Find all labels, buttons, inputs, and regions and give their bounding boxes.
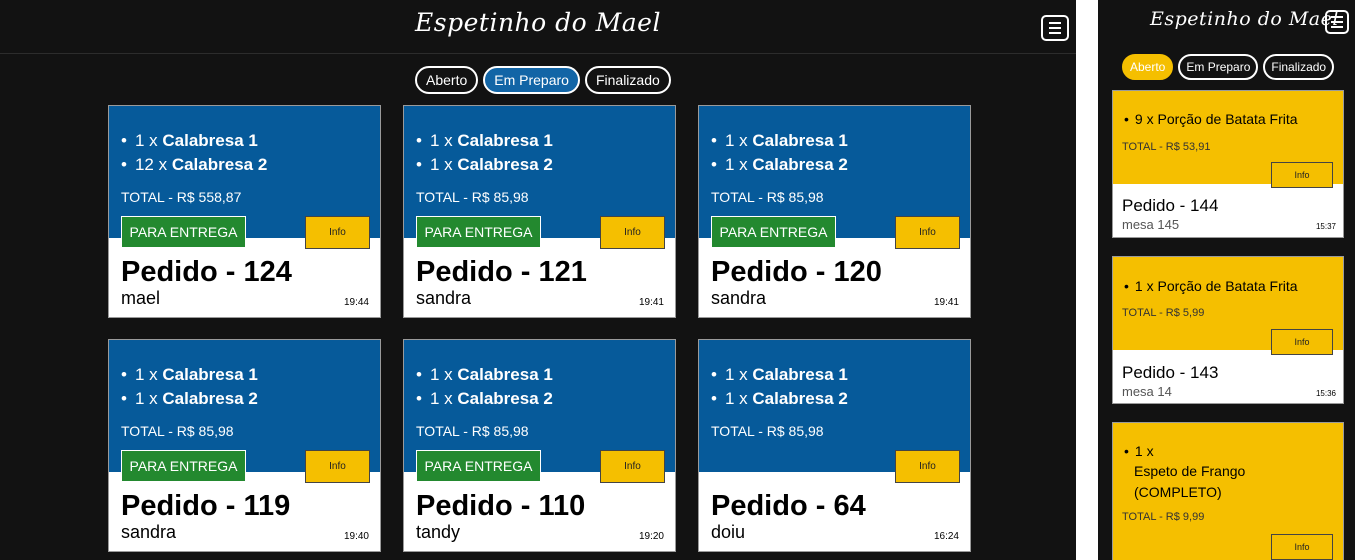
order-number: Pedido - 120 bbox=[711, 256, 882, 288]
order-item: 1 x Calabresa 2 bbox=[711, 155, 848, 175]
order-items: 9 x Porção de Batata Frita bbox=[1124, 109, 1298, 129]
order-card[interactable]: 1 x Calabresa 1 1 x Calabresa 2 TOTAL - … bbox=[403, 339, 676, 552]
info-button[interactable]: Info bbox=[895, 216, 960, 249]
delivery-badge: PARA ENTREGA bbox=[416, 450, 541, 482]
info-button[interactable]: Info bbox=[1271, 534, 1333, 560]
filter-finalizado[interactable]: Finalizado bbox=[1263, 54, 1335, 80]
order-total: TOTAL - R$ 9,99 bbox=[1122, 511, 1205, 523]
info-button[interactable]: Info bbox=[895, 450, 960, 483]
order-item: 1 x Calabresa 1 bbox=[416, 131, 553, 151]
order-card[interactable]: 1 x Calabresa 1 1 x Calabresa 2 TOTAL - … bbox=[108, 339, 381, 552]
order-item: 1 x Calabresa 2 bbox=[416, 155, 553, 175]
delivery-badge: PARA ENTREGA bbox=[121, 450, 246, 482]
customer-name: mael bbox=[121, 288, 161, 308]
info-button[interactable]: Info bbox=[600, 216, 665, 249]
order-total: TOTAL - R$ 53,91 bbox=[1122, 141, 1211, 153]
order-number: Pedido - 143 bbox=[1122, 363, 1219, 382]
order-total: TOTAL - R$ 85,98 bbox=[416, 189, 529, 205]
customer-name: sandra bbox=[711, 288, 767, 308]
order-item: 1 x Calabresa 1 bbox=[121, 131, 267, 151]
customer-name: tandy bbox=[416, 522, 461, 542]
order-item: 1 x Porção de Batata Frita bbox=[1124, 276, 1298, 296]
info-button[interactable]: Info bbox=[1271, 329, 1333, 355]
filter-aberto[interactable]: Aberto bbox=[415, 66, 479, 94]
filter-em-preparo[interactable]: Em Preparo bbox=[483, 66, 580, 94]
order-item: 1 x Calabresa 1 bbox=[711, 131, 848, 151]
app-title: Espetinho do Mael bbox=[1150, 8, 1339, 30]
customer-name: sandra bbox=[416, 288, 472, 308]
order-item: 1 x Calabresa 1 bbox=[416, 365, 553, 385]
mobile-status-filters: Aberto Em Preparo Finalizado bbox=[1122, 54, 1335, 80]
order-items: 1 x Calabresa 1 1 x Calabresa 2 bbox=[416, 365, 553, 413]
order-item: 1 xEspeto de Frango (COMPLETO) bbox=[1124, 441, 1334, 502]
order-card[interactable]: 1 x Calabresa 1 1 x Calabresa 2 TOTAL - … bbox=[403, 105, 676, 318]
delivery-badge: PARA ENTREGA bbox=[121, 216, 246, 248]
info-button[interactable]: Info bbox=[305, 450, 370, 483]
top-bar: Espetinho do Mael bbox=[0, 0, 1076, 54]
info-button[interactable]: Info bbox=[305, 216, 370, 249]
info-button[interactable]: Info bbox=[600, 450, 665, 483]
order-total: TOTAL - R$ 85,98 bbox=[416, 423, 529, 439]
order-number: Pedido - 124 bbox=[121, 256, 292, 288]
customer-name: sandra bbox=[121, 522, 177, 542]
desktop-view: Espetinho do Mael Aberto Em Preparo Fina… bbox=[0, 0, 1076, 560]
order-time: 15:37 bbox=[1315, 222, 1336, 231]
order-number: Pedido - 144 bbox=[1122, 196, 1219, 215]
order-time: 19:20 bbox=[638, 531, 664, 542]
order-time: 15:36 bbox=[1315, 389, 1336, 398]
order-number: Pedido - 64 bbox=[711, 490, 866, 522]
order-item: 12 x Calabresa 2 bbox=[121, 155, 267, 175]
order-card[interactable]: 9 x Porção de Batata Frita TOTAL - R$ 53… bbox=[1112, 90, 1344, 238]
order-number: Pedido - 110 bbox=[416, 490, 586, 522]
order-items: 1 x Calabresa 1 1 x Calabresa 2 bbox=[121, 365, 258, 413]
order-item: 1 x Calabresa 2 bbox=[121, 389, 258, 409]
order-total: TOTAL - R$ 558,87 bbox=[121, 189, 242, 205]
hamburger-menu-icon[interactable] bbox=[1041, 15, 1069, 41]
order-time: 19:44 bbox=[343, 297, 369, 308]
order-item: 1 x Calabresa 2 bbox=[711, 389, 848, 409]
status-filters: Aberto Em Preparo Finalizado bbox=[415, 66, 671, 94]
order-card[interactable]: 1 xEspeto de Frango (COMPLETO) TOTAL - R… bbox=[1112, 422, 1344, 560]
order-item: 1 x Calabresa 1 bbox=[121, 365, 258, 385]
order-total: TOTAL - R$ 5,99 bbox=[1122, 307, 1205, 319]
order-item: 9 x Porção de Batata Frita bbox=[1124, 109, 1298, 129]
delivery-badge: PARA ENTREGA bbox=[416, 216, 541, 248]
order-items: 1 x Calabresa 1 1 x Calabresa 2 bbox=[416, 131, 553, 179]
order-card[interactable]: 1 x Calabresa 1 12 x Calabresa 2 TOTAL -… bbox=[108, 105, 381, 318]
filter-aberto[interactable]: Aberto bbox=[1122, 54, 1174, 80]
order-time: 19:41 bbox=[933, 297, 959, 308]
filter-em-preparo[interactable]: Em Preparo bbox=[1178, 54, 1259, 80]
order-number: Pedido - 121 bbox=[416, 256, 587, 288]
order-card[interactable]: 1 x Porção de Batata Frita TOTAL - R$ 5,… bbox=[1112, 256, 1344, 404]
order-items: 1 x Porção de Batata Frita bbox=[1124, 276, 1298, 296]
order-items: 1 x Calabresa 1 1 x Calabresa 2 bbox=[711, 365, 848, 413]
mobile-view: Espetinho do Mael 9 x Porção de Batata F… bbox=[1098, 0, 1355, 560]
order-items: 1 x Calabresa 1 1 x Calabresa 2 bbox=[711, 131, 848, 179]
order-time: 16:24 bbox=[933, 531, 959, 542]
order-items: 1 x Calabresa 1 12 x Calabresa 2 bbox=[121, 131, 267, 179]
customer-name: doiu bbox=[711, 522, 746, 542]
order-item: 1 x Calabresa 2 bbox=[416, 389, 553, 409]
order-items: 1 xEspeto de Frango (COMPLETO) bbox=[1124, 441, 1334, 502]
order-card[interactable]: 1 x Calabresa 1 1 x Calabresa 2 TOTAL - … bbox=[698, 339, 971, 552]
delivery-badge: PARA ENTREGA bbox=[711, 216, 836, 248]
order-card[interactable]: 1 x Calabresa 1 1 x Calabresa 2 TOTAL - … bbox=[698, 105, 971, 318]
order-number: Pedido - 119 bbox=[121, 490, 291, 522]
customer-name: mesa 14 bbox=[1122, 384, 1172, 399]
filter-finalizado[interactable]: Finalizado bbox=[584, 66, 671, 94]
app-title: Espetinho do Mael bbox=[415, 8, 661, 37]
order-total: TOTAL - R$ 85,98 bbox=[711, 423, 824, 439]
hamburger-menu-icon[interactable] bbox=[1325, 10, 1349, 34]
info-button[interactable]: Info bbox=[1271, 162, 1333, 188]
order-item: 1 x Calabresa 1 bbox=[711, 365, 848, 385]
order-time: 19:41 bbox=[638, 297, 664, 308]
order-total: TOTAL - R$ 85,98 bbox=[121, 423, 234, 439]
customer-name: mesa 145 bbox=[1122, 217, 1180, 232]
order-time: 19:40 bbox=[343, 531, 369, 542]
order-total: TOTAL - R$ 85,98 bbox=[711, 189, 824, 205]
